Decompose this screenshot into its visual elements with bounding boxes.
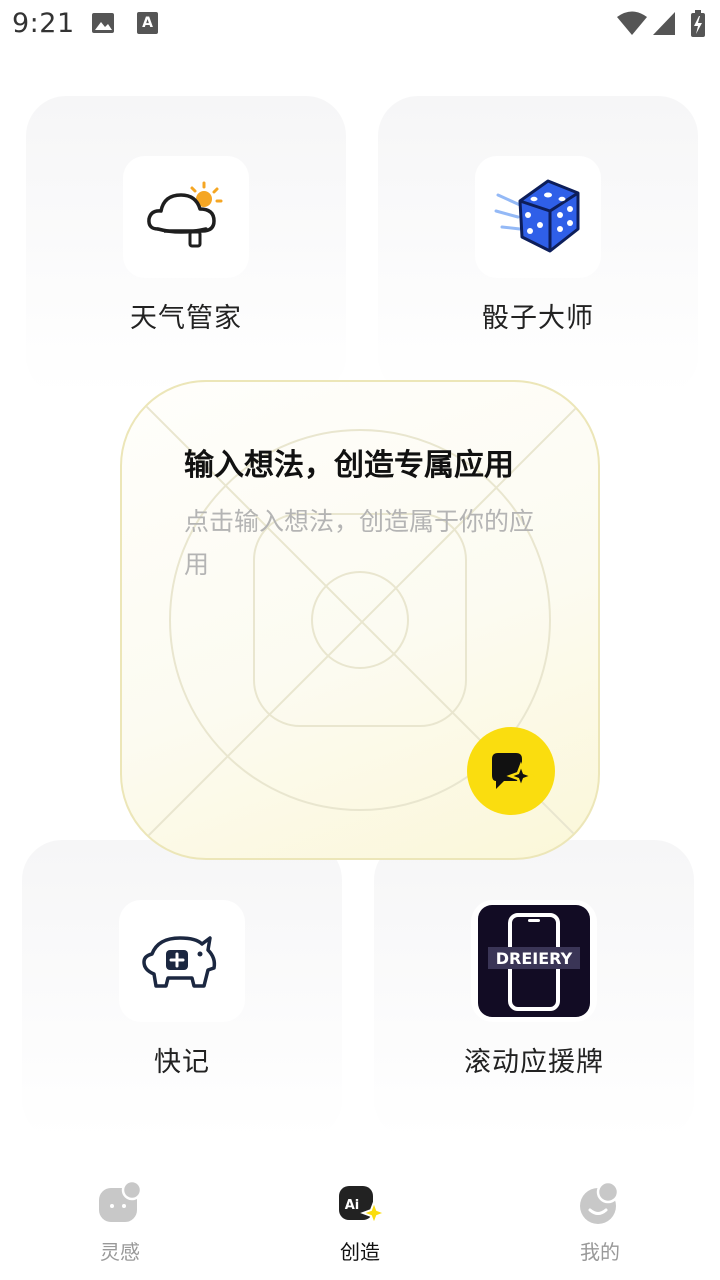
app-icon-box: DREIERY: [471, 900, 597, 1022]
status-time: 9:21: [12, 8, 75, 39]
phone-banner-text: DREIERY: [496, 949, 573, 968]
ai-create-icon: Ai: [339, 1186, 386, 1226]
idea-input[interactable]: 点击输入想法，创造属于你的应用: [184, 500, 544, 586]
app-icon-box: [119, 900, 245, 1022]
nav-item-profile[interactable]: 我的: [540, 1180, 660, 1270]
create-app-button[interactable]: [467, 727, 555, 815]
nav-label: 我的: [580, 1240, 620, 1264]
svg-text:A: A: [142, 15, 153, 31]
app-card-label: 骰子大师: [482, 303, 594, 334]
create-app-panel[interactable]: 输入想法，创造专属应用 点击输入想法，创造属于你的应用: [120, 380, 600, 860]
bottom-nav: 灵感 Ai 创造 我的: [0, 1170, 720, 1280]
app-card-label: 快记: [154, 1047, 210, 1078]
phone-banner-icon: DREIERY: [478, 905, 590, 1017]
app-icon-box: [475, 156, 601, 278]
weather-cloud-sun-icon: [147, 181, 223, 248]
app-card-quick-note[interactable]: 快记: [22, 840, 342, 1140]
nav-label: 灵感: [100, 1240, 140, 1264]
app-card-scroll-banner[interactable]: DREIERY 滚动应援牌: [374, 840, 694, 1140]
status-bar: 9:21 A: [0, 0, 720, 48]
app-screen: 9:21 A 天气管家 骰子大师 快记 DREIERY 滚动应援牌 输入想法，创…: [0, 0, 720, 1280]
blue-dice-icon: [494, 179, 580, 253]
inspiration-chat-icon: [99, 1180, 143, 1222]
wifi-icon: [617, 11, 647, 35]
app-icon-box: [123, 156, 249, 278]
app-card-dice[interactable]: 骰子大师: [378, 96, 698, 396]
nav-item-inspiration[interactable]: 灵感: [60, 1180, 180, 1270]
nav-label: 创造: [340, 1240, 380, 1264]
app-card-weather[interactable]: 天气管家: [26, 96, 346, 396]
cell-signal-icon: [653, 12, 675, 35]
piggy-bank-icon: [142, 936, 217, 988]
profile-face-icon: [580, 1180, 620, 1224]
app-card-label: 滚动应援牌: [464, 1047, 604, 1078]
battery-icon: [691, 10, 705, 37]
svg-text:Ai: Ai: [345, 1198, 360, 1213]
nav-item-create[interactable]: Ai 创造: [300, 1180, 420, 1270]
create-panel-title: 输入想法，创造专属应用: [184, 448, 514, 483]
a-notification-icon: A: [137, 12, 158, 34]
app-card-label: 天气管家: [130, 303, 242, 334]
image-icon: [92, 13, 114, 33]
sparkle-create-icon: [492, 753, 536, 791]
